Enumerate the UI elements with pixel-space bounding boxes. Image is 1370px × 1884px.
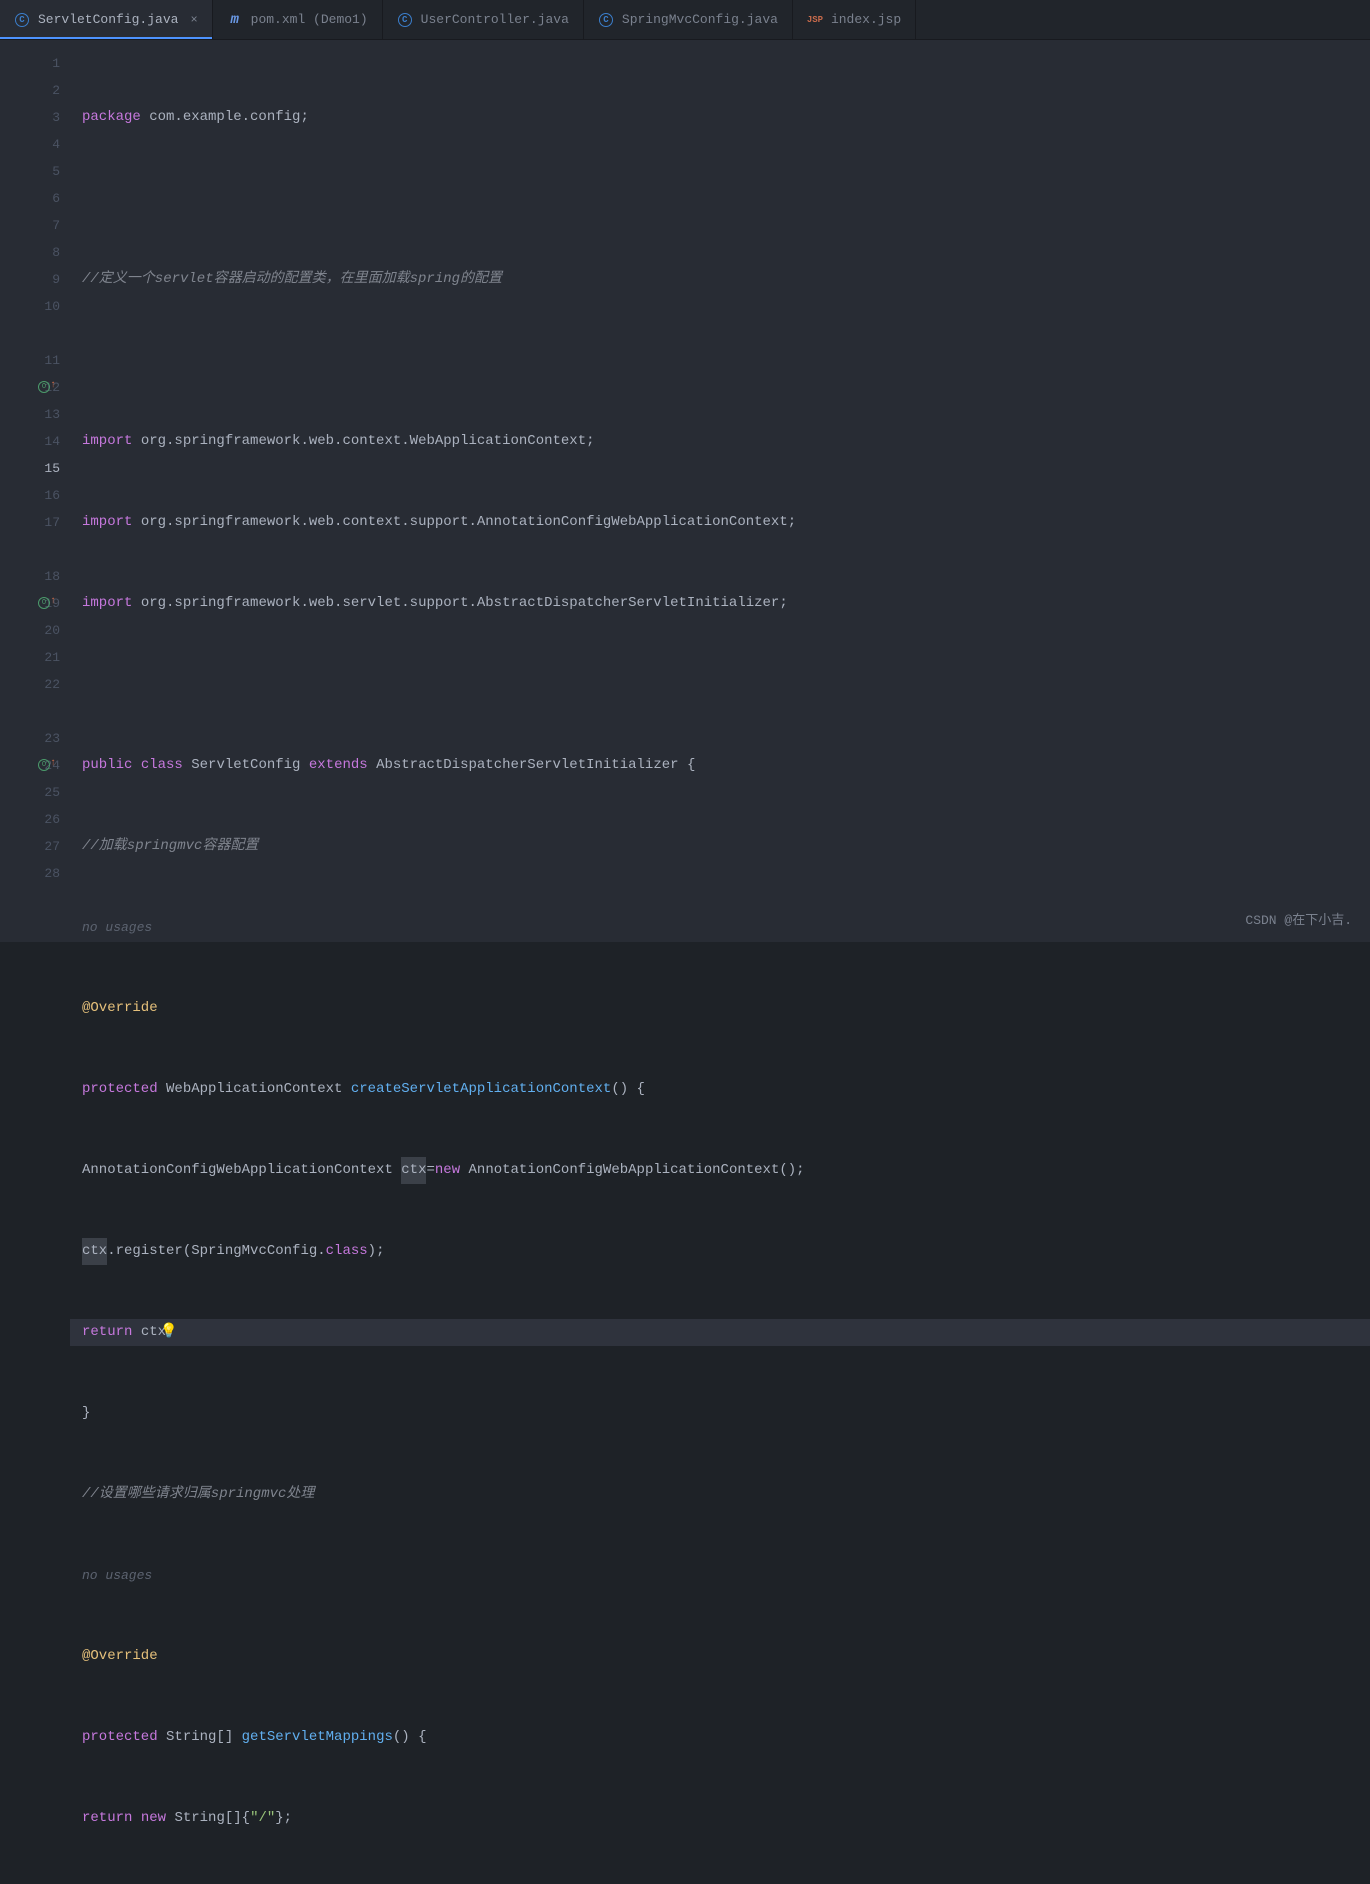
line-gutter: 1 2 3 4 5 6 7 8 9 10 11 O12 13 14 15 16 …	[0, 40, 70, 942]
editor-tabs: C ServletConfig.java × m pom.xml (Demo1)…	[0, 0, 1370, 40]
line-number: O24	[0, 752, 70, 779]
line-number: 13	[0, 401, 70, 428]
line-number: 14	[0, 428, 70, 455]
code-line: protected String[] getServletMappings() …	[70, 1724, 1370, 1751]
line-number: 5	[0, 158, 70, 185]
line-number: 20	[0, 617, 70, 644]
jsp-icon: JSP	[807, 12, 823, 28]
code-line: protected WebApplicationContext createSe…	[70, 1076, 1370, 1103]
tab-servletconfig[interactable]: C ServletConfig.java ×	[0, 0, 213, 39]
tab-indexjsp[interactable]: JSP index.jsp	[793, 0, 916, 39]
tab-label: index.jsp	[831, 12, 901, 27]
line-number: 15	[0, 455, 70, 482]
line-number: 8	[0, 239, 70, 266]
code-line: AnnotationConfigWebApplicationContext ct…	[70, 1157, 1370, 1184]
code-line: ctx.register(SpringMvcConfig.class);	[70, 1238, 1370, 1265]
tab-label: pom.xml (Demo1)	[251, 12, 368, 27]
code-line	[70, 185, 1370, 212]
line-number: O19	[0, 590, 70, 617]
code-line: @Override	[70, 995, 1370, 1022]
override-icon[interactable]: O	[38, 597, 52, 611]
line-number: 7	[0, 212, 70, 239]
line-number: 1	[0, 50, 70, 77]
override-icon[interactable]: O	[38, 381, 52, 395]
code-area[interactable]: package com.example.config; //定义一个servle…	[70, 40, 1370, 942]
watermark: CSDN @在下小吉.	[1245, 909, 1352, 928]
line-number: 9	[0, 266, 70, 293]
code-line: @Override	[70, 1643, 1370, 1670]
tab-springmvcconfig[interactable]: C SpringMvcConfig.java	[584, 0, 793, 39]
code-line: }	[70, 1400, 1370, 1427]
tab-usercontroller[interactable]: C UserController.java	[383, 0, 584, 39]
code-line	[70, 347, 1370, 374]
intention-bulb-icon[interactable]: 💡	[160, 1319, 177, 1346]
line-number: 23	[0, 725, 70, 752]
code-line: package com.example.config;	[70, 104, 1370, 131]
line-number: 3	[0, 104, 70, 131]
java-class-icon: C	[598, 12, 614, 28]
line-number: 18	[0, 563, 70, 590]
tab-label: ServletConfig.java	[38, 12, 178, 27]
code-line-current: 💡 return ctx;	[70, 1319, 1370, 1346]
line-number: 25	[0, 779, 70, 806]
code-line: public class ServletConfig extends Abstr…	[70, 752, 1370, 779]
line-number: 26	[0, 806, 70, 833]
code-line: //加载springmvc容器配置	[70, 833, 1370, 860]
line-number	[0, 698, 70, 725]
code-line: import org.springframework.web.context.W…	[70, 428, 1370, 455]
code-line: import org.springframework.web.context.s…	[70, 509, 1370, 536]
code-line: //定义一个servlet容器启动的配置类，在里面加载spring的配置	[70, 266, 1370, 293]
line-number: 27	[0, 833, 70, 860]
active-indicator	[0, 37, 212, 39]
code-line: //设置哪些请求归属springmvc处理	[70, 1481, 1370, 1508]
line-number: 4	[0, 131, 70, 158]
line-number	[0, 320, 70, 347]
line-number: 16	[0, 482, 70, 509]
line-number: 22	[0, 671, 70, 698]
line-number: 17	[0, 509, 70, 536]
close-icon[interactable]: ×	[190, 13, 197, 27]
line-number: O12	[0, 374, 70, 401]
maven-icon: m	[227, 12, 243, 28]
line-number: 21	[0, 644, 70, 671]
code-line: return new String[]{"/"};	[70, 1805, 1370, 1832]
code-line: no usages	[70, 1562, 1370, 1589]
code-line: no usages	[70, 914, 1370, 941]
code-line	[70, 671, 1370, 698]
java-class-icon: C	[14, 12, 30, 28]
java-class-icon: C	[397, 12, 413, 28]
code-editor[interactable]: 1 2 3 4 5 6 7 8 9 10 11 O12 13 14 15 16 …	[0, 40, 1370, 942]
tab-label: UserController.java	[421, 12, 569, 27]
tab-pomxml[interactable]: m pom.xml (Demo1)	[213, 0, 383, 39]
line-number	[0, 536, 70, 563]
line-number: 11	[0, 347, 70, 374]
line-number: 28	[0, 860, 70, 887]
line-number: 2	[0, 77, 70, 104]
code-line: import org.springframework.web.servlet.s…	[70, 590, 1370, 617]
override-icon[interactable]: O	[38, 759, 52, 773]
line-number: 10	[0, 293, 70, 320]
tab-label: SpringMvcConfig.java	[622, 12, 778, 27]
line-number: 6	[0, 185, 70, 212]
